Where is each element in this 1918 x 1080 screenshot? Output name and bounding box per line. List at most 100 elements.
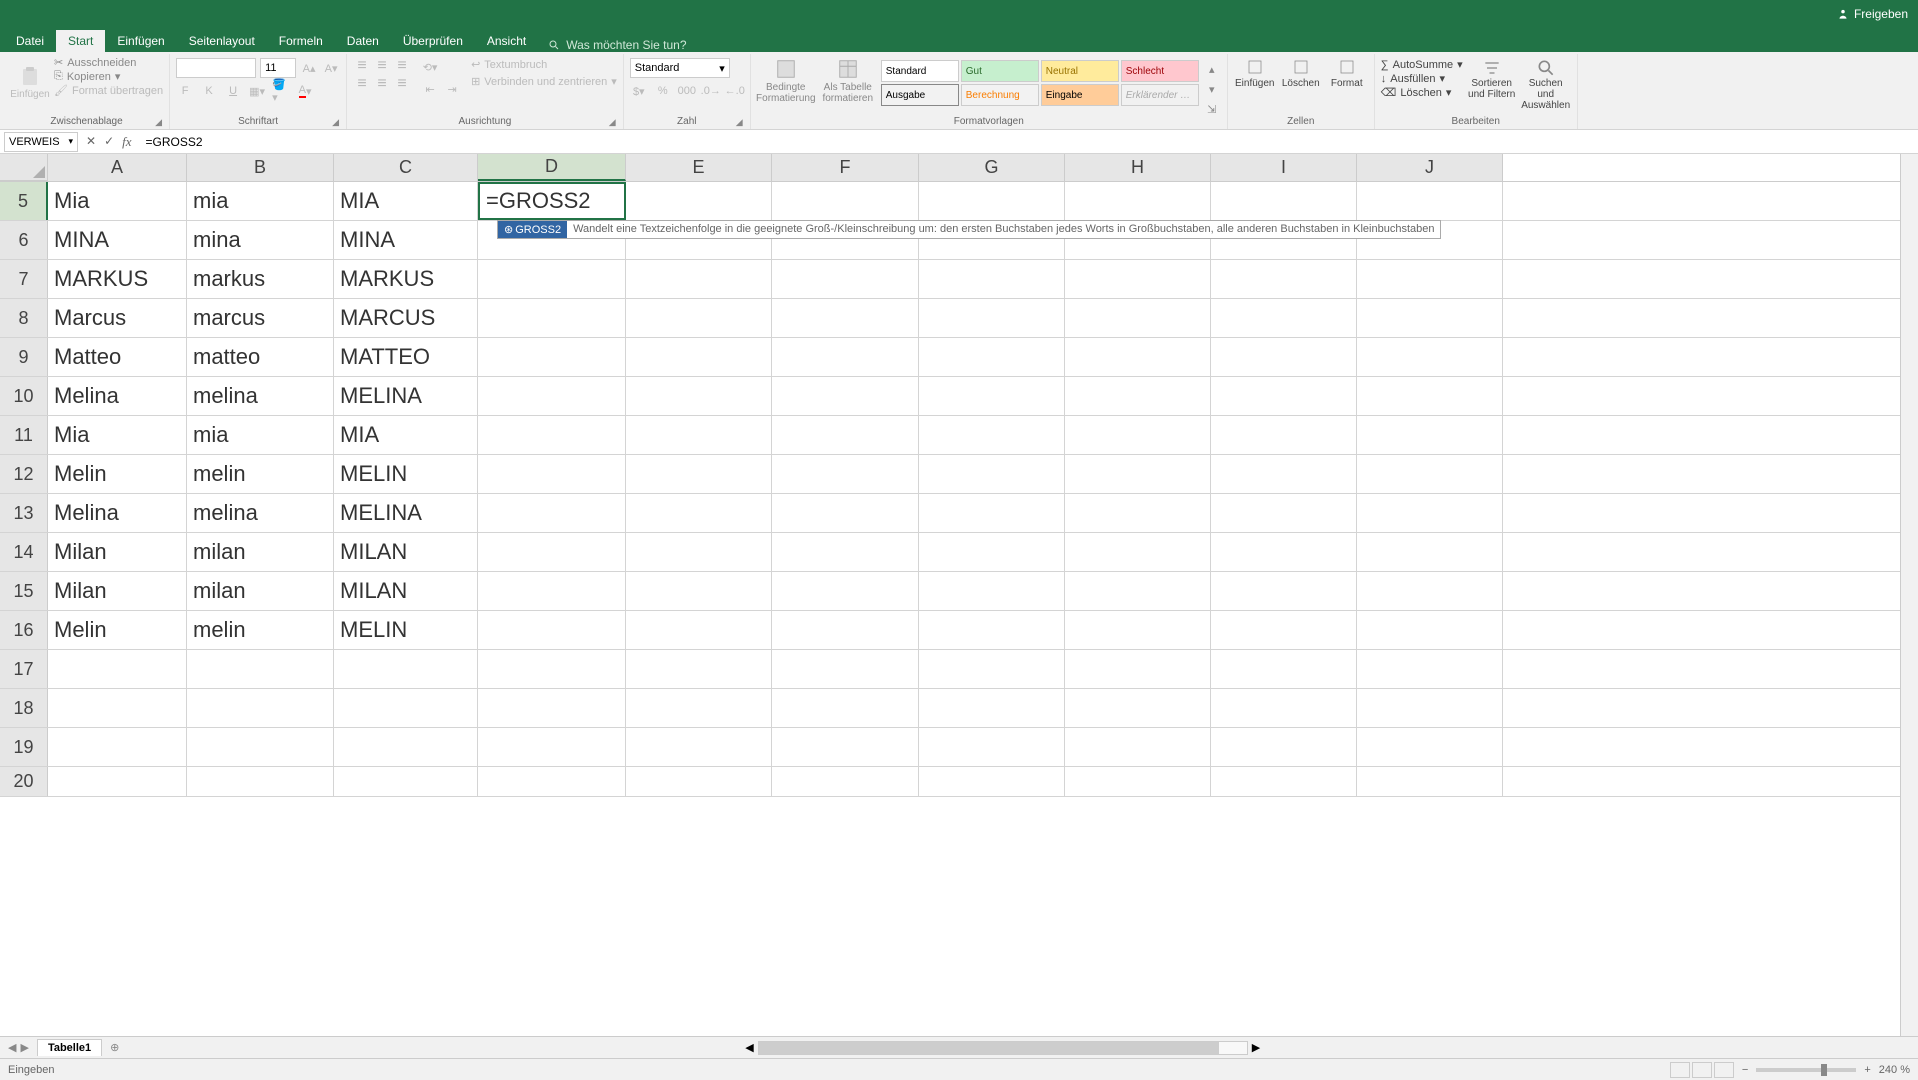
tab-pagelayout[interactable]: Seitenlayout — [177, 30, 267, 52]
style-neutral[interactable]: Neutral — [1041, 60, 1119, 82]
cell[interactable] — [478, 728, 626, 766]
underline-button[interactable]: U — [224, 82, 242, 100]
cell[interactable] — [1211, 299, 1357, 337]
cell[interactable] — [772, 650, 919, 688]
cell[interactable] — [1357, 650, 1503, 688]
tab-data[interactable]: Daten — [335, 30, 391, 52]
cell[interactable]: Mia — [48, 182, 187, 220]
row-header[interactable]: 13 — [0, 494, 48, 532]
cell[interactable] — [1357, 767, 1503, 796]
cell[interactable] — [478, 767, 626, 796]
cell[interactable] — [626, 650, 772, 688]
tab-insert[interactable]: Einfügen — [105, 30, 176, 52]
clipboard-launcher-icon[interactable]: ◢ — [155, 117, 165, 127]
cell[interactable] — [48, 728, 187, 766]
thousands-icon[interactable]: 000 — [678, 82, 696, 100]
cell[interactable] — [334, 650, 478, 688]
row-header[interactable]: 6 — [0, 221, 48, 259]
cell[interactable] — [478, 494, 626, 532]
cell[interactable] — [919, 377, 1065, 415]
cell[interactable] — [478, 260, 626, 298]
cell[interactable]: MINA — [48, 221, 187, 259]
tab-view[interactable]: Ansicht — [475, 30, 538, 52]
row-header[interactable]: 5 — [0, 182, 48, 220]
cell[interactable]: Melina — [48, 377, 187, 415]
format-as-table-button[interactable]: Als Tabelle formatieren — [819, 54, 877, 104]
row-header[interactable]: 17 — [0, 650, 48, 688]
cell[interactable] — [1357, 533, 1503, 571]
cell[interactable] — [1357, 455, 1503, 493]
cell[interactable] — [626, 455, 772, 493]
cell[interactable]: melina — [187, 377, 334, 415]
conditional-formatting-button[interactable]: Bedingte Formatierung — [757, 54, 815, 104]
tab-review[interactable]: Überprüfen — [391, 30, 475, 52]
increase-font-button[interactable]: A▴ — [300, 59, 318, 77]
cell[interactable] — [772, 611, 919, 649]
align-center-icon[interactable]: ≡ — [373, 76, 391, 92]
cell[interactable] — [919, 260, 1065, 298]
cell[interactable]: =GROSS2 — [478, 182, 626, 220]
horizontal-scrollbar[interactable]: ◀ ▶ — [127, 1041, 1918, 1055]
column-header-C[interactable]: C — [334, 154, 478, 181]
autosum-button[interactable]: ∑ AutoSumme ▾ — [1381, 58, 1463, 71]
style-gut[interactable]: Gut — [961, 60, 1039, 82]
tab-file[interactable]: Datei — [4, 30, 56, 52]
cell[interactable]: MATTEO — [334, 338, 478, 376]
cell[interactable]: Melin — [48, 455, 187, 493]
align-bottom-icon[interactable]: ≡ — [393, 58, 411, 74]
add-sheet-button[interactable]: ⊕ — [102, 1041, 127, 1054]
cell[interactable] — [1065, 533, 1211, 571]
cell[interactable] — [1357, 728, 1503, 766]
cell[interactable]: markus — [187, 260, 334, 298]
cell[interactable] — [919, 182, 1065, 220]
font-launcher-icon[interactable]: ◢ — [332, 117, 342, 127]
vertical-scrollbar[interactable] — [1900, 154, 1918, 1036]
cell[interactable] — [919, 299, 1065, 337]
style-schlecht[interactable]: Schlecht — [1121, 60, 1199, 82]
cell[interactable] — [334, 767, 478, 796]
style-ausgabe[interactable]: Ausgabe — [881, 84, 959, 106]
cell[interactable] — [772, 533, 919, 571]
cell[interactable]: MELINA — [334, 377, 478, 415]
cell[interactable] — [1211, 182, 1357, 220]
percent-icon[interactable]: % — [654, 82, 672, 100]
increase-indent-icon[interactable]: ⇥ — [443, 80, 461, 98]
cell[interactable] — [772, 455, 919, 493]
cell[interactable] — [772, 767, 919, 796]
cell[interactable] — [772, 572, 919, 610]
cell[interactable] — [1065, 650, 1211, 688]
style-berechnung[interactable]: Berechnung — [961, 84, 1039, 106]
cell[interactable]: Milan — [48, 533, 187, 571]
cell[interactable] — [1065, 611, 1211, 649]
cell[interactable] — [1357, 338, 1503, 376]
cell[interactable]: MINA — [334, 221, 478, 259]
cell[interactable] — [1065, 455, 1211, 493]
cell[interactable] — [626, 689, 772, 727]
tab-start[interactable]: Start — [56, 30, 105, 52]
cell[interactable]: MELIN — [334, 611, 478, 649]
style-eingabe[interactable]: Eingabe — [1041, 84, 1119, 106]
font-name-input[interactable] — [176, 58, 256, 78]
font-size-input[interactable] — [260, 58, 296, 78]
increase-decimal-icon[interactable]: .0→ — [702, 82, 720, 100]
select-all-corner[interactable] — [0, 154, 48, 181]
cell[interactable] — [1065, 689, 1211, 727]
insert-cells-button[interactable]: Einfügen — [1234, 54, 1276, 89]
row-header[interactable]: 11 — [0, 416, 48, 454]
cell[interactable] — [772, 416, 919, 454]
cell[interactable] — [478, 299, 626, 337]
cell[interactable] — [1065, 728, 1211, 766]
cell[interactable]: Matteo — [48, 338, 187, 376]
fill-button[interactable]: ↓ Ausfüllen ▾ — [1381, 72, 1463, 85]
cell[interactable] — [1357, 377, 1503, 415]
cell[interactable] — [626, 728, 772, 766]
cell[interactable] — [1357, 611, 1503, 649]
cell[interactable]: Mia — [48, 416, 187, 454]
column-header-B[interactable]: B — [187, 154, 334, 181]
sheet-tab[interactable]: Tabelle1 — [37, 1039, 102, 1056]
cell[interactable] — [478, 689, 626, 727]
cell[interactable] — [772, 377, 919, 415]
delete-cells-button[interactable]: Löschen — [1280, 54, 1322, 89]
cell[interactable]: matteo — [187, 338, 334, 376]
cell[interactable] — [919, 416, 1065, 454]
